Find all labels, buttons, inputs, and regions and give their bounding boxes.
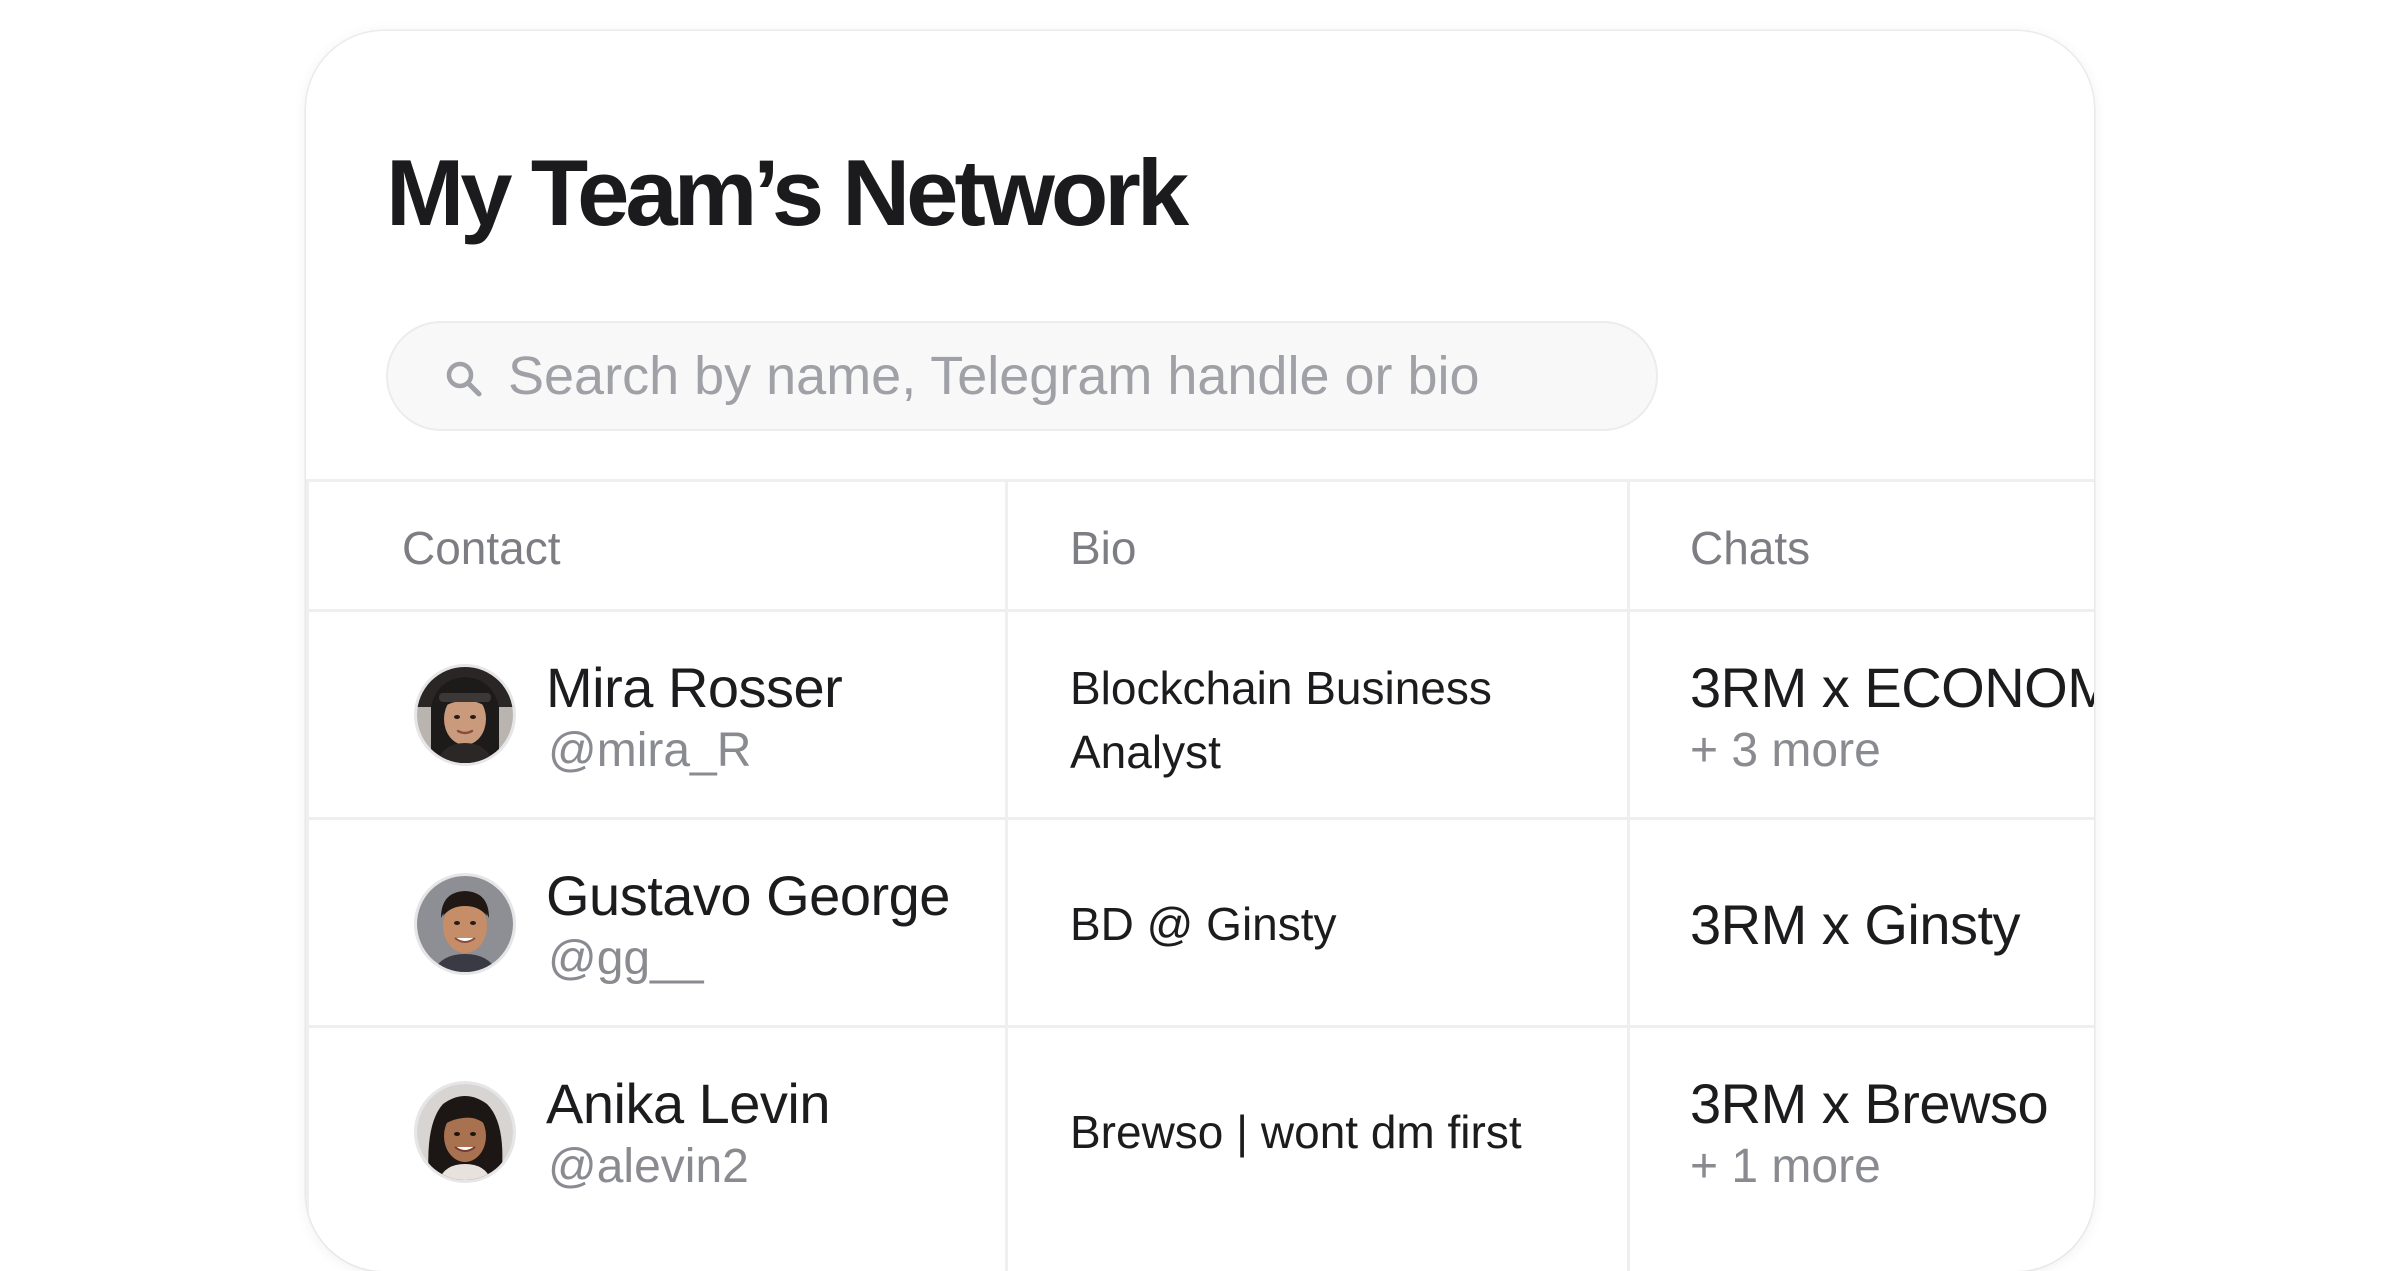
contact-name[interactable]: Gustavo George	[546, 863, 950, 928]
table-row[interactable]: Gustavo George @gg__ BD @ Ginsty 3RM x G…	[306, 820, 2094, 1028]
column-header-contact[interactable]: Contact	[402, 521, 561, 575]
search-bar[interactable]	[386, 321, 1658, 431]
chat-more-link[interactable]: + 3 more	[1690, 723, 1881, 778]
chat-link[interactable]: 3RM x Brewso	[1690, 1071, 2049, 1136]
table-row[interactable]: Anika Levin @alevin2 Brewso | wont dm fi…	[306, 1028, 2094, 1236]
search-icon	[446, 361, 482, 397]
avatar	[417, 667, 513, 763]
chat-link[interactable]: 3RM x Ginsty	[1690, 892, 2021, 957]
table-top-border	[306, 479, 2094, 482]
search-input[interactable]	[508, 323, 1628, 429]
contact-bio: Blockchain Business Analyst	[1070, 662, 1492, 778]
chat-more-link[interactable]: + 1 more	[1690, 1139, 1881, 1194]
contact-bio: Brewso | wont dm first	[1070, 1106, 1522, 1158]
network-card: My Team’s Network Contact Bio Chats	[306, 31, 2094, 1271]
column-header-chats[interactable]: Chats	[1690, 521, 1810, 575]
table-row[interactable]: Mira Rosser @mira_R Blockchain Business …	[306, 612, 2094, 820]
contact-handle: @mira_R	[548, 724, 752, 777]
page-title: My Team’s Network	[386, 140, 1189, 245]
column-header-bio[interactable]: Bio	[1070, 521, 1136, 575]
contact-name[interactable]: Mira Rosser	[546, 655, 843, 720]
avatar	[417, 876, 513, 972]
contact-name[interactable]: Anika Levin	[546, 1071, 831, 1136]
avatar	[417, 1084, 513, 1180]
contact-bio: BD @ Ginsty	[1070, 898, 1337, 950]
contact-handle: @alevin2	[548, 1140, 749, 1193]
contact-handle: @gg__	[548, 932, 704, 985]
chat-link[interactable]: 3RM x ECONOM	[1690, 655, 2094, 720]
